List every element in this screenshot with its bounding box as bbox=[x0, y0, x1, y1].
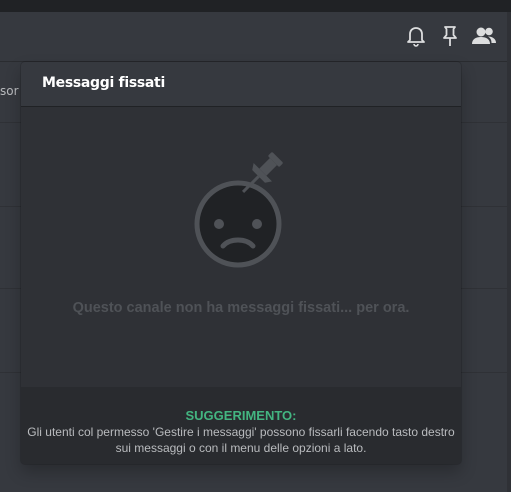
tip-text: Gli utenti col permesso 'Gestire i messa… bbox=[27, 425, 455, 455]
channel-header bbox=[0, 12, 511, 62]
title-strip bbox=[0, 0, 511, 12]
scrollbar-track[interactable] bbox=[507, 12, 511, 492]
tip-label: SUGGERIMENTO: bbox=[185, 408, 297, 423]
members-icon[interactable] bbox=[470, 24, 498, 48]
pinned-messages-popout: Messaggi fissati Questo canale non ha me… bbox=[21, 62, 461, 464]
background-message-fragment: sor bbox=[0, 84, 19, 98]
app-window: sor Messaggi fissati Questo canale non h… bbox=[0, 0, 511, 492]
sad-face-with-pin-icon bbox=[188, 150, 288, 276]
bell-icon[interactable] bbox=[404, 24, 428, 48]
popout-header: Messaggi fissati bbox=[21, 62, 461, 107]
popout-title: Messaggi fissati bbox=[42, 75, 165, 91]
pin-icon[interactable] bbox=[438, 24, 462, 48]
popout-tip-footer: SUGGERIMENTO: Gli utenti col permesso 'G… bbox=[21, 387, 461, 464]
empty-state-message: Questo canale non ha messaggi fissati...… bbox=[72, 300, 410, 316]
